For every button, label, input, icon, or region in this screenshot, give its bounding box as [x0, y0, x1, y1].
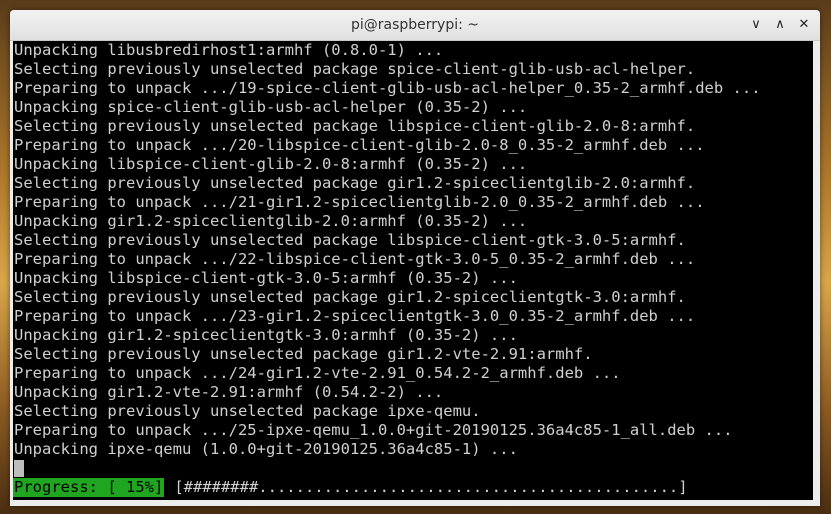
title-bar[interactable]: pi@raspberrypi: ~ ∨ ∧ ✕ [10, 10, 820, 41]
minimize-button[interactable]: ∨ [746, 16, 766, 34]
terminal-line: Selecting previously unselected package … [14, 60, 696, 78]
terminal-line: Selecting previously unselected package … [14, 174, 696, 192]
progress-bar: [########...............................… [174, 478, 688, 496]
terminal-line: Unpacking ipxe-qemu (1.0.0+git-20190125.… [14, 440, 518, 458]
terminal-line: Unpacking gir1.2-spiceclientglib-2.0:arm… [14, 212, 528, 230]
terminal-line: Preparing to unpack .../19-spice-client-… [14, 79, 761, 97]
desktop-background: pi@raspberrypi: ~ ∨ ∧ ✕ Unpacking libusb… [0, 0, 831, 514]
terminal-lines: Unpacking libusbredirhost1:armhf (0.8.0-… [13, 41, 813, 459]
terminal-line: Unpacking libspice-client-glib-2.0-8:arm… [14, 155, 528, 173]
window-title: pi@raspberrypi: ~ [350, 17, 480, 33]
terminal-line: Preparing to unpack .../21-gir1.2-spicec… [14, 193, 705, 211]
terminal-window: pi@raspberrypi: ~ ∨ ∧ ✕ Unpacking libusb… [10, 10, 820, 506]
terminal-line: Unpacking spice-client-glib-usb-acl-help… [14, 98, 528, 116]
close-icon: ✕ [798, 17, 810, 32]
terminal-output[interactable]: Unpacking libusbredirhost1:armhf (0.8.0-… [13, 41, 813, 500]
terminal-line: Preparing to unpack .../24-gir1.2-vte-2.… [14, 364, 621, 382]
terminal-line: Selecting previously unselected package … [14, 117, 696, 135]
close-button[interactable]: ✕ [794, 16, 814, 34]
terminal-line: Selecting previously unselected package … [14, 231, 686, 249]
window-controls: ∨ ∧ ✕ [746, 16, 814, 34]
terminal-line: Preparing to unpack .../22-libspice-clie… [14, 250, 696, 268]
minimize-icon: ∨ [751, 17, 761, 32]
terminal-line: Selecting previously unselected package … [14, 402, 481, 420]
terminal-line: Preparing to unpack .../25-ipxe-qemu_1.0… [14, 421, 733, 439]
progress-status: Progress: [ 15%] [########..............… [13, 478, 688, 497]
terminal-line: Unpacking libspice-client-gtk-3.0-5:armh… [14, 269, 518, 287]
terminal-line: Preparing to unpack .../23-gir1.2-spicec… [14, 307, 696, 325]
text-cursor [14, 460, 24, 477]
terminal-line: Unpacking gir1.2-vte-2.91:armhf (0.54.2-… [14, 383, 444, 401]
maximize-button[interactable]: ∧ [770, 16, 790, 34]
terminal-line: Preparing to unpack .../20-libspice-clie… [14, 136, 705, 154]
cursor-line [13, 459, 813, 478]
progress-label: Progress: [ 15%] [13, 478, 165, 497]
maximize-icon: ∧ [775, 17, 785, 32]
terminal-line: Selecting previously unselected package … [14, 345, 593, 363]
terminal-line: Selecting previously unselected package … [14, 288, 686, 306]
terminal-line: Unpacking gir1.2-spiceclientgtk-3.0:armh… [14, 326, 518, 344]
terminal-line: Unpacking libusbredirhost1:armhf (0.8.0-… [14, 41, 444, 59]
